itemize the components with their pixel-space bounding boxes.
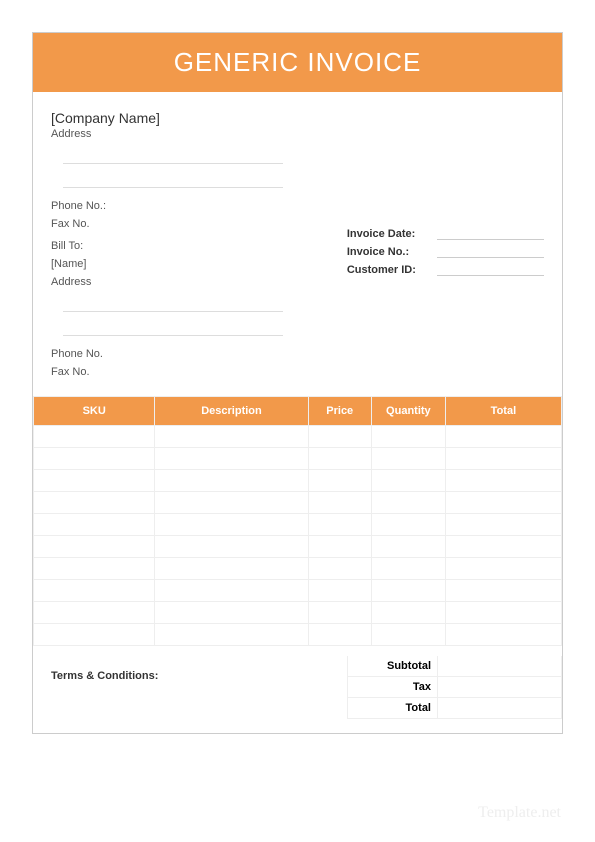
table-cell[interactable] (155, 448, 308, 470)
table-cell[interactable] (34, 426, 155, 448)
table-cell[interactable] (445, 602, 561, 624)
table-row (34, 448, 562, 470)
invoice-container: GENERIC INVOICE [Company Name] Address P… (32, 32, 563, 734)
table-cell[interactable] (445, 624, 561, 646)
info-block: [Company Name] Address Phone No.: Fax No… (33, 92, 562, 396)
table-cell[interactable] (308, 492, 371, 514)
header-sku: SKU (34, 397, 155, 426)
table-cell[interactable] (445, 580, 561, 602)
table-cell[interactable] (155, 602, 308, 624)
table-row (34, 580, 562, 602)
bill-to-address-line-1[interactable] (63, 294, 283, 312)
table-row (34, 602, 562, 624)
table-cell[interactable] (34, 448, 155, 470)
table-cell[interactable] (445, 448, 561, 470)
table-cell[interactable] (155, 514, 308, 536)
table-row (34, 470, 562, 492)
tax-label: Tax (348, 677, 438, 698)
table-cell[interactable] (445, 536, 561, 558)
table-row (34, 514, 562, 536)
bill-to-address-line-2[interactable] (63, 318, 283, 336)
table-cell[interactable] (34, 580, 155, 602)
terms-label: Terms & Conditions: (51, 656, 347, 719)
table-cell[interactable] (445, 426, 561, 448)
table-cell[interactable] (34, 558, 155, 580)
table-cell[interactable] (308, 624, 371, 646)
subtotal-value[interactable] (438, 656, 562, 677)
items-table: SKU Description Price Quantity Total (33, 396, 562, 646)
table-cell[interactable] (308, 602, 371, 624)
table-cell[interactable] (371, 492, 445, 514)
customer-id-input[interactable] (437, 264, 544, 276)
subtotal-label: Subtotal (348, 656, 438, 677)
table-cell[interactable] (308, 580, 371, 602)
table-cell[interactable] (308, 426, 371, 448)
watermark: Template.net (478, 804, 561, 822)
bill-to-address-label: Address (51, 276, 322, 288)
table-cell[interactable] (34, 514, 155, 536)
header-description: Description (155, 397, 308, 426)
table-row (34, 492, 562, 514)
bill-to-name: [Name] (51, 258, 322, 270)
table-cell[interactable] (371, 448, 445, 470)
company-fax-label: Fax No. (51, 218, 322, 230)
table-cell[interactable] (308, 470, 371, 492)
table-cell[interactable] (34, 602, 155, 624)
table-row (34, 426, 562, 448)
footer: Terms & Conditions: Subtotal Tax Total (33, 646, 562, 733)
tax-value[interactable] (438, 677, 562, 698)
table-cell[interactable] (155, 558, 308, 580)
invoice-title: GENERIC INVOICE (33, 33, 562, 92)
table-cell[interactable] (371, 514, 445, 536)
table-cell[interactable] (155, 470, 308, 492)
invoice-meta: Invoice Date: Invoice No.: Customer ID: (347, 200, 544, 384)
table-cell[interactable] (371, 536, 445, 558)
table-cell[interactable] (371, 624, 445, 646)
table-cell[interactable] (308, 448, 371, 470)
table-cell[interactable] (445, 492, 561, 514)
invoice-date-label: Invoice Date: (347, 228, 437, 240)
header-price: Price (308, 397, 371, 426)
company-phone-label: Phone No.: (51, 200, 322, 212)
header-quantity: Quantity (371, 397, 445, 426)
table-cell[interactable] (445, 514, 561, 536)
customer-id-label: Customer ID: (347, 264, 437, 276)
table-cell[interactable] (371, 470, 445, 492)
table-cell[interactable] (308, 514, 371, 536)
company-name: [Company Name] (51, 110, 544, 126)
company-address-line-1[interactable] (63, 146, 283, 164)
table-cell[interactable] (155, 492, 308, 514)
invoice-number-input[interactable] (437, 246, 544, 258)
table-row (34, 536, 562, 558)
table-cell[interactable] (34, 492, 155, 514)
table-cell[interactable] (34, 624, 155, 646)
bill-to-phone-label: Phone No. (51, 348, 322, 360)
bill-to-fax-label: Fax No. (51, 366, 322, 378)
table-cell[interactable] (155, 536, 308, 558)
table-cell[interactable] (308, 558, 371, 580)
table-cell[interactable] (371, 558, 445, 580)
table-cell[interactable] (445, 558, 561, 580)
table-cell[interactable] (445, 470, 561, 492)
table-cell[interactable] (308, 536, 371, 558)
table-cell[interactable] (371, 580, 445, 602)
invoice-date-input[interactable] (437, 228, 544, 240)
table-cell[interactable] (371, 602, 445, 624)
table-row (34, 624, 562, 646)
table-cell[interactable] (371, 426, 445, 448)
total-value[interactable] (438, 698, 562, 719)
header-total: Total (445, 397, 561, 426)
table-cell[interactable] (155, 426, 308, 448)
table-cell[interactable] (34, 536, 155, 558)
table-cell[interactable] (155, 580, 308, 602)
company-address-label: Address (51, 128, 544, 140)
summary-box: Subtotal Tax Total (347, 656, 562, 719)
table-cell[interactable] (34, 470, 155, 492)
table-row (34, 558, 562, 580)
bill-to-heading: Bill To: (51, 240, 322, 252)
invoice-number-label: Invoice No.: (347, 246, 437, 258)
company-address-line-2[interactable] (63, 170, 283, 188)
table-cell[interactable] (155, 624, 308, 646)
total-label: Total (348, 698, 438, 719)
